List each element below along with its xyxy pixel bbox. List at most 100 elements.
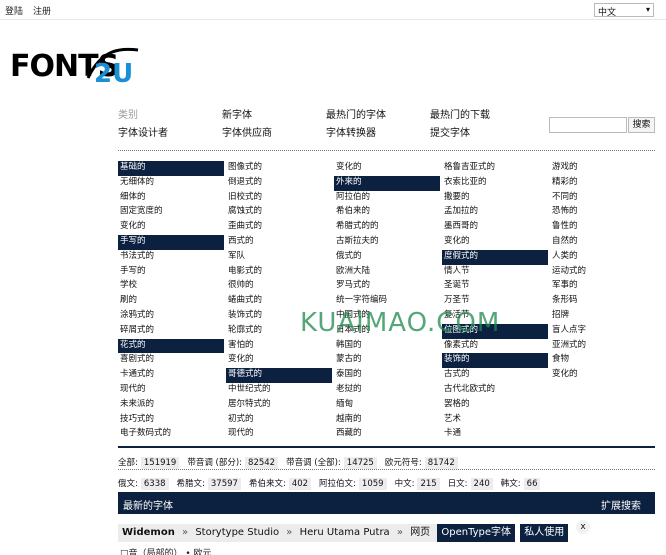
category-link[interactable]: 电影式的 bbox=[226, 265, 330, 280]
category-link[interactable]: 腐蚀式的 bbox=[226, 205, 330, 220]
category-link[interactable]: 古式的 bbox=[442, 368, 546, 383]
category-link[interactable]: 越南的 bbox=[334, 413, 438, 428]
category-link[interactable]: 招牌 bbox=[550, 309, 654, 324]
category-link[interactable]: 韩国的 bbox=[334, 339, 438, 354]
category-link[interactable]: 亚洲式的 bbox=[550, 339, 654, 354]
category-link[interactable]: 卡通 bbox=[442, 427, 546, 442]
category-link[interactable]: 军队 bbox=[226, 250, 330, 265]
category-link[interactable]: 学校 bbox=[118, 279, 222, 294]
category-link[interactable]: 精彩的 bbox=[550, 176, 654, 191]
category-link[interactable]: 电子数码式的 bbox=[118, 427, 222, 442]
category-heading[interactable]: 外来的 bbox=[334, 175, 440, 191]
category-heading[interactable]: 装饰的 bbox=[442, 353, 548, 369]
category-link[interactable]: 无细体的 bbox=[118, 176, 222, 191]
nav-link[interactable]: 字体设计者 bbox=[118, 124, 168, 139]
category-link[interactable]: 俄式的 bbox=[334, 250, 438, 265]
search-button[interactable]: 搜索 bbox=[628, 117, 655, 133]
category-heading[interactable]: 手写的 bbox=[118, 234, 224, 250]
category-link[interactable]: 运动式的 bbox=[550, 265, 654, 280]
nav-link[interactable]: 字体供应商 bbox=[222, 124, 272, 139]
category-link[interactable]: 碎屑式的 bbox=[118, 324, 222, 339]
category-link[interactable]: 蜷曲式的 bbox=[226, 294, 330, 309]
category-link[interactable]: 衣索比亚的 bbox=[442, 176, 546, 191]
category-link[interactable]: 墨西哥的 bbox=[442, 220, 546, 235]
category-heading[interactable]: 位图式的 bbox=[442, 323, 548, 339]
category-link[interactable]: 歪曲式的 bbox=[226, 220, 330, 235]
category-link[interactable]: 喜剧式的 bbox=[118, 353, 222, 368]
category-link[interactable]: 盲人点字 bbox=[550, 324, 654, 339]
category-link[interactable]: 卡通式的 bbox=[118, 368, 222, 383]
category-link[interactable]: 条形码 bbox=[550, 294, 654, 309]
category-heading[interactable]: 花式的 bbox=[118, 338, 224, 354]
nav-link[interactable]: 提交字体 bbox=[430, 124, 470, 139]
category-link[interactable]: 变化的 bbox=[334, 161, 438, 176]
category-link[interactable]: 蒙古的 bbox=[334, 353, 438, 368]
category-link[interactable]: 变化的 bbox=[550, 368, 654, 383]
category-link[interactable]: 情人节 bbox=[442, 265, 546, 280]
fonts2u-logo[interactable]: FONTS 2U bbox=[10, 44, 140, 84]
nav-link[interactable]: 类别 bbox=[118, 106, 138, 121]
category-link[interactable]: 希伯来的 bbox=[334, 205, 438, 220]
category-link[interactable]: 孟加拉的 bbox=[442, 205, 546, 220]
category-link[interactable]: 手写的 bbox=[118, 265, 222, 280]
category-link[interactable]: 军事的 bbox=[550, 279, 654, 294]
category-link[interactable]: 居尔特式的 bbox=[226, 398, 330, 413]
author-link[interactable]: Heru Utama Putra bbox=[298, 524, 392, 542]
category-link[interactable]: 装饰式的 bbox=[226, 309, 330, 324]
category-link[interactable]: 欧洲大陆 bbox=[334, 265, 438, 280]
category-link[interactable]: 细体的 bbox=[118, 191, 222, 206]
close-icon[interactable]: x bbox=[576, 520, 590, 534]
category-link[interactable]: 统一字符编码 bbox=[334, 294, 438, 309]
category-link[interactable]: 圣诞节 bbox=[442, 279, 546, 294]
nav-link[interactable]: 字体转换器 bbox=[326, 124, 376, 139]
category-link[interactable]: 图像式的 bbox=[226, 161, 330, 176]
category-link[interactable]: 刷的 bbox=[118, 294, 222, 309]
category-link[interactable]: 变化的 bbox=[442, 235, 546, 250]
category-heading[interactable]: 基础的 bbox=[118, 161, 224, 176]
category-link[interactable]: 很帅的 bbox=[226, 279, 330, 294]
category-heading[interactable]: 度假式的 bbox=[442, 249, 548, 265]
advanced-search-link[interactable]: 扩展搜索 bbox=[601, 497, 641, 512]
category-link[interactable]: 复活节 bbox=[442, 309, 546, 324]
category-link[interactable]: 鲁性的 bbox=[550, 220, 654, 235]
language-select[interactable]: 中文 ▾ bbox=[594, 3, 654, 18]
category-link[interactable]: 游戏的 bbox=[550, 161, 654, 176]
category-link[interactable]: 中世纪式的 bbox=[226, 383, 330, 398]
category-link[interactable]: 现代的 bbox=[226, 427, 330, 442]
category-link[interactable]: 人类的 bbox=[550, 250, 654, 265]
category-link[interactable]: 古斯拉夫的 bbox=[334, 235, 438, 250]
category-link[interactable]: 轮廓式的 bbox=[226, 324, 330, 339]
register-link[interactable]: 注册 bbox=[33, 4, 51, 17]
search-input[interactable] bbox=[549, 117, 627, 133]
category-link[interactable]: 倒退式的 bbox=[226, 176, 330, 191]
category-link[interactable]: 泰国的 bbox=[334, 368, 438, 383]
category-link[interactable]: 不同的 bbox=[550, 191, 654, 206]
category-link[interactable]: 旧校式的 bbox=[226, 191, 330, 206]
category-link[interactable]: 技巧式的 bbox=[118, 413, 222, 428]
category-link[interactable]: 中国式的 bbox=[334, 309, 438, 324]
category-link[interactable]: 老挝的 bbox=[334, 383, 438, 398]
category-link[interactable]: 像素式的 bbox=[442, 339, 546, 354]
nav-link[interactable]: 最热门的字体 bbox=[326, 106, 386, 121]
category-link[interactable]: 恐怖的 bbox=[550, 205, 654, 220]
category-link[interactable]: 涂鸦式的 bbox=[118, 309, 222, 324]
web-link[interactable]: 网页 bbox=[408, 524, 432, 542]
category-link[interactable]: 罗马式的 bbox=[334, 279, 438, 294]
category-link[interactable]: 固定宽度的 bbox=[118, 205, 222, 220]
category-link[interactable]: 万圣节 bbox=[442, 294, 546, 309]
category-link[interactable]: 阿拉伯的 bbox=[334, 191, 438, 206]
category-link[interactable]: 变化的 bbox=[118, 220, 222, 235]
category-link[interactable]: 西式的 bbox=[226, 235, 330, 250]
nav-link[interactable]: 新字体 bbox=[222, 106, 252, 121]
font-name-link[interactable]: Widemon bbox=[118, 524, 177, 542]
category-link[interactable]: 希腊式的的 bbox=[334, 220, 438, 235]
category-link[interactable]: 初式的 bbox=[226, 413, 330, 428]
category-heading[interactable]: 哥德式的 bbox=[226, 368, 332, 383]
studio-link[interactable]: Storytype Studio bbox=[193, 524, 281, 542]
category-link[interactable]: 缅甸 bbox=[334, 398, 438, 413]
category-link[interactable]: 艺术 bbox=[442, 413, 546, 428]
category-link[interactable]: 书法式的 bbox=[118, 250, 222, 265]
category-link[interactable]: 罢格的 bbox=[442, 398, 546, 413]
category-link[interactable]: 日本式的 bbox=[334, 324, 438, 339]
category-link[interactable]: 现代的 bbox=[118, 383, 222, 398]
